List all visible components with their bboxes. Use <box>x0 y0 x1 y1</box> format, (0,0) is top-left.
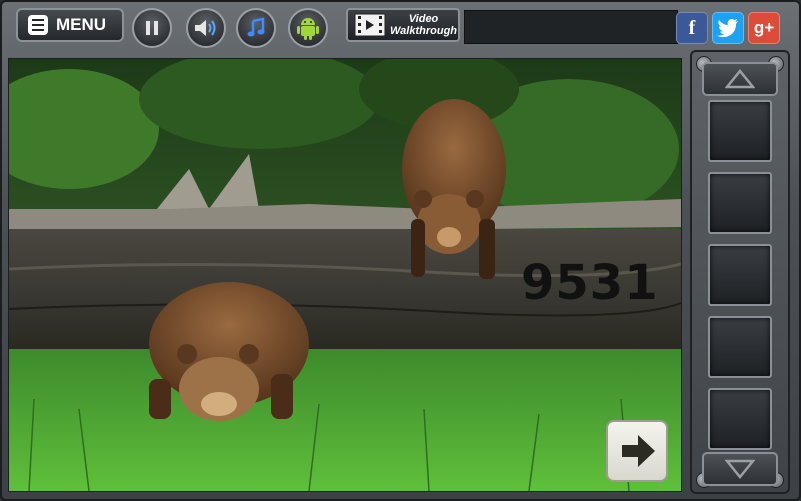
inventory-slot-1[interactable] <box>708 100 772 162</box>
inventory-panel <box>690 50 790 494</box>
music-note-icon <box>247 17 265 37</box>
music-button[interactable] <box>236 8 276 48</box>
inventory-slot-2[interactable] <box>708 172 772 234</box>
menu-button[interactable]: MENU <box>16 8 124 42</box>
inventory-scroll-down-button[interactable] <box>702 452 778 486</box>
arrow-right-icon <box>622 435 655 467</box>
twitter-icon <box>717 19 738 37</box>
googleplus-button[interactable]: g+ <box>748 12 780 44</box>
inventory-scroll-up-button[interactable] <box>702 62 778 96</box>
inventory-slot-3[interactable] <box>708 244 772 306</box>
inventory-slot-4[interactable] <box>708 316 772 378</box>
facebook-icon: f <box>688 16 696 39</box>
game-scene: 9531 <box>8 58 682 492</box>
video-label-line2: Walkthrough <box>390 25 458 37</box>
ad-banner-slot <box>464 10 678 44</box>
video-walkthrough-button[interactable]: Video Walkthrough <box>346 8 460 42</box>
video-label-line1: Video <box>408 13 439 25</box>
arrow-down-icon <box>725 459 755 479</box>
facebook-button[interactable]: f <box>676 12 708 44</box>
next-scene-button[interactable] <box>606 420 668 482</box>
menu-label: MENU <box>56 15 107 34</box>
top-toolbar: MENU Video Walkthrough f g+ <box>8 4 793 50</box>
inventory-slot-5[interactable] <box>708 388 772 450</box>
sound-button[interactable] <box>186 8 226 48</box>
film-icon <box>354 13 386 37</box>
android-button[interactable] <box>288 8 328 48</box>
video-label: Video Walkthrough <box>390 13 457 37</box>
android-icon <box>297 18 319 40</box>
google-plus-icon: g+ <box>753 18 775 37</box>
speaker-icon <box>195 20 216 36</box>
bear-standing-image <box>402 99 506 279</box>
twitter-button[interactable] <box>712 12 744 44</box>
clue-code-text: 9531 <box>521 255 659 311</box>
menu-icon <box>28 15 48 35</box>
pause-button[interactable] <box>132 8 172 48</box>
arrow-up-icon <box>725 69 755 89</box>
pause-icon <box>146 21 158 35</box>
